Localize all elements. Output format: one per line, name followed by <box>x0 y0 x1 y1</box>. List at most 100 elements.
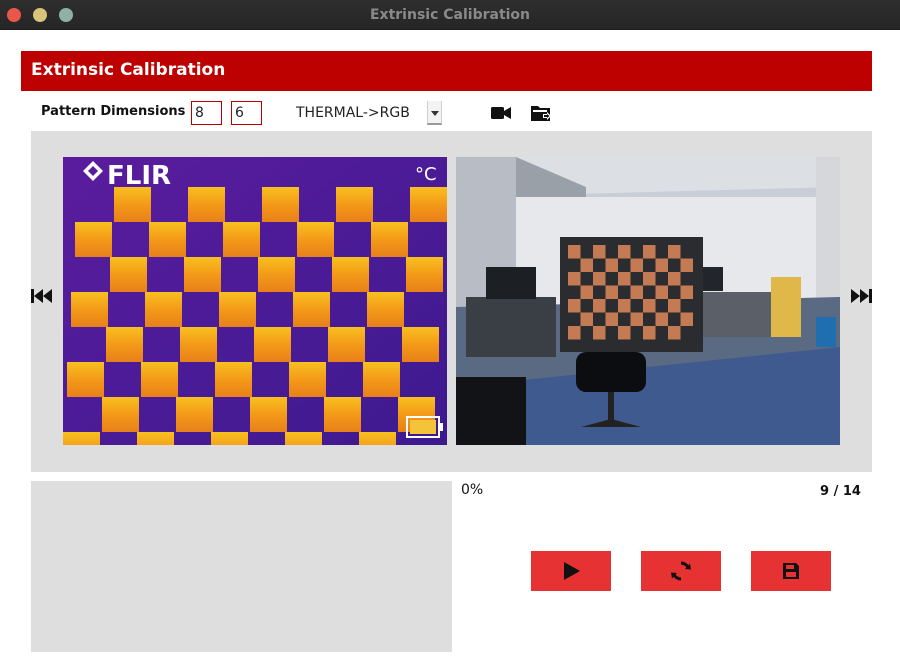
flir-brand-text: FLIR <box>107 161 171 191</box>
thermal-hot-square <box>176 397 213 432</box>
board-copper-square <box>643 299 656 313</box>
board-copper-square <box>580 258 593 272</box>
board-copper-square <box>580 312 593 326</box>
thermal-hot-square <box>262 187 299 222</box>
refresh-icon <box>671 561 691 581</box>
thermal-hot-square <box>110 257 147 292</box>
thermal-hot-square <box>67 362 104 397</box>
result-preview-panel <box>31 481 452 652</box>
board-copper-square <box>680 312 693 326</box>
thermal-hot-square <box>114 187 151 222</box>
board-copper-square <box>655 285 668 299</box>
board-copper-square <box>680 258 693 272</box>
thermal-checkerboard-graphic: FLIR °C <box>63 157 447 445</box>
thermal-hot-square <box>402 327 439 362</box>
rgb-lab-scene-graphic <box>456 157 840 445</box>
video-camera-icon[interactable] <box>489 101 513 125</box>
thermal-hot-square <box>106 327 143 362</box>
refresh-button[interactable] <box>641 551 721 591</box>
board-copper-square <box>668 326 681 340</box>
skip-back-icon[interactable] <box>30 286 54 306</box>
thermal-hot-square <box>141 362 178 397</box>
app-window: Extrinsic Calibration Extrinsic Calibrat… <box>0 0 900 665</box>
board-copper-square <box>593 245 606 259</box>
thermal-camera-image: FLIR °C <box>63 157 447 445</box>
thermal-hot-square <box>328 327 365 362</box>
board-copper-square <box>568 245 581 259</box>
thermal-hot-square <box>137 432 174 445</box>
board-copper-square <box>568 299 581 313</box>
thermal-hot-square <box>184 257 221 292</box>
thermal-hot-square <box>293 292 330 327</box>
save-button[interactable] <box>751 551 831 591</box>
board-copper-square <box>618 245 631 259</box>
thermal-hot-square <box>367 292 404 327</box>
calibration-mode-value: THERMAL->RGB <box>296 105 410 121</box>
board-copper-square <box>568 272 581 286</box>
thermal-hot-square <box>359 432 396 445</box>
thermal-hot-square <box>215 362 252 397</box>
play-button[interactable] <box>531 551 611 591</box>
board-copper-square <box>618 299 631 313</box>
thermal-hot-square <box>219 292 256 327</box>
pattern-dimensions-label: Pattern Dimensions <box>41 104 186 119</box>
thermal-hot-square <box>149 222 186 257</box>
thermal-hot-square <box>145 292 182 327</box>
board-copper-square <box>593 326 606 340</box>
board-copper-square <box>643 245 656 259</box>
skip-forward-icon[interactable] <box>849 286 873 306</box>
thermal-hot-square <box>285 432 322 445</box>
board-copper-square <box>668 272 681 286</box>
folder-open-icon[interactable] <box>529 101 553 125</box>
image-counter: 9 / 14 <box>820 484 861 499</box>
board-copper-square <box>643 326 656 340</box>
board-copper-square <box>568 326 581 340</box>
board-copper-square <box>593 299 606 313</box>
pattern-width-field[interactable] <box>191 101 222 125</box>
thermal-hot-square <box>371 222 408 257</box>
board-copper-square <box>618 326 631 340</box>
board-copper-square <box>605 285 618 299</box>
board-copper-square <box>643 272 656 286</box>
progress-label: 0% <box>461 482 484 498</box>
thermal-hot-square <box>188 187 225 222</box>
board-copper-square <box>618 272 631 286</box>
thermal-hot-square <box>75 222 112 257</box>
board-copper-square <box>655 312 668 326</box>
thermal-hot-square <box>406 257 443 292</box>
thermal-hot-square <box>102 397 139 432</box>
thermal-hot-square <box>180 327 217 362</box>
board-copper-square <box>668 245 681 259</box>
thermal-hot-square <box>336 187 373 222</box>
thermal-hot-square <box>211 432 248 445</box>
board-copper-square <box>580 285 593 299</box>
temperature-unit-label: °C <box>415 164 437 185</box>
save-icon <box>783 563 799 579</box>
chevron-down-icon[interactable] <box>427 101 442 125</box>
board-copper-square <box>630 312 643 326</box>
title-bar: Extrinsic Calibration <box>0 0 900 30</box>
board-copper-square <box>630 285 643 299</box>
thermal-hot-square <box>223 222 260 257</box>
board-copper-square <box>593 272 606 286</box>
thermal-hot-square <box>324 397 361 432</box>
board-copper-square <box>668 299 681 313</box>
thermal-hot-square <box>258 257 295 292</box>
thermal-hot-square <box>332 257 369 292</box>
pattern-height-field[interactable] <box>231 101 262 125</box>
thermal-hot-square <box>410 187 447 222</box>
board-copper-square <box>630 258 643 272</box>
rgb-camera-image <box>456 157 840 445</box>
calibration-mode-select[interactable]: THERMAL->RGB <box>290 100 443 126</box>
thermal-hot-square <box>289 362 326 397</box>
thermal-hot-square <box>250 397 287 432</box>
thermal-hot-square <box>63 432 100 445</box>
board-copper-square <box>680 285 693 299</box>
thermal-hot-square <box>254 327 291 362</box>
play-icon <box>564 562 580 580</box>
board-copper-square <box>605 312 618 326</box>
header-banner: Extrinsic Calibration <box>21 51 872 91</box>
board-copper-square <box>605 258 618 272</box>
thermal-hot-square <box>297 222 334 257</box>
page-title: Extrinsic Calibration <box>31 60 226 80</box>
